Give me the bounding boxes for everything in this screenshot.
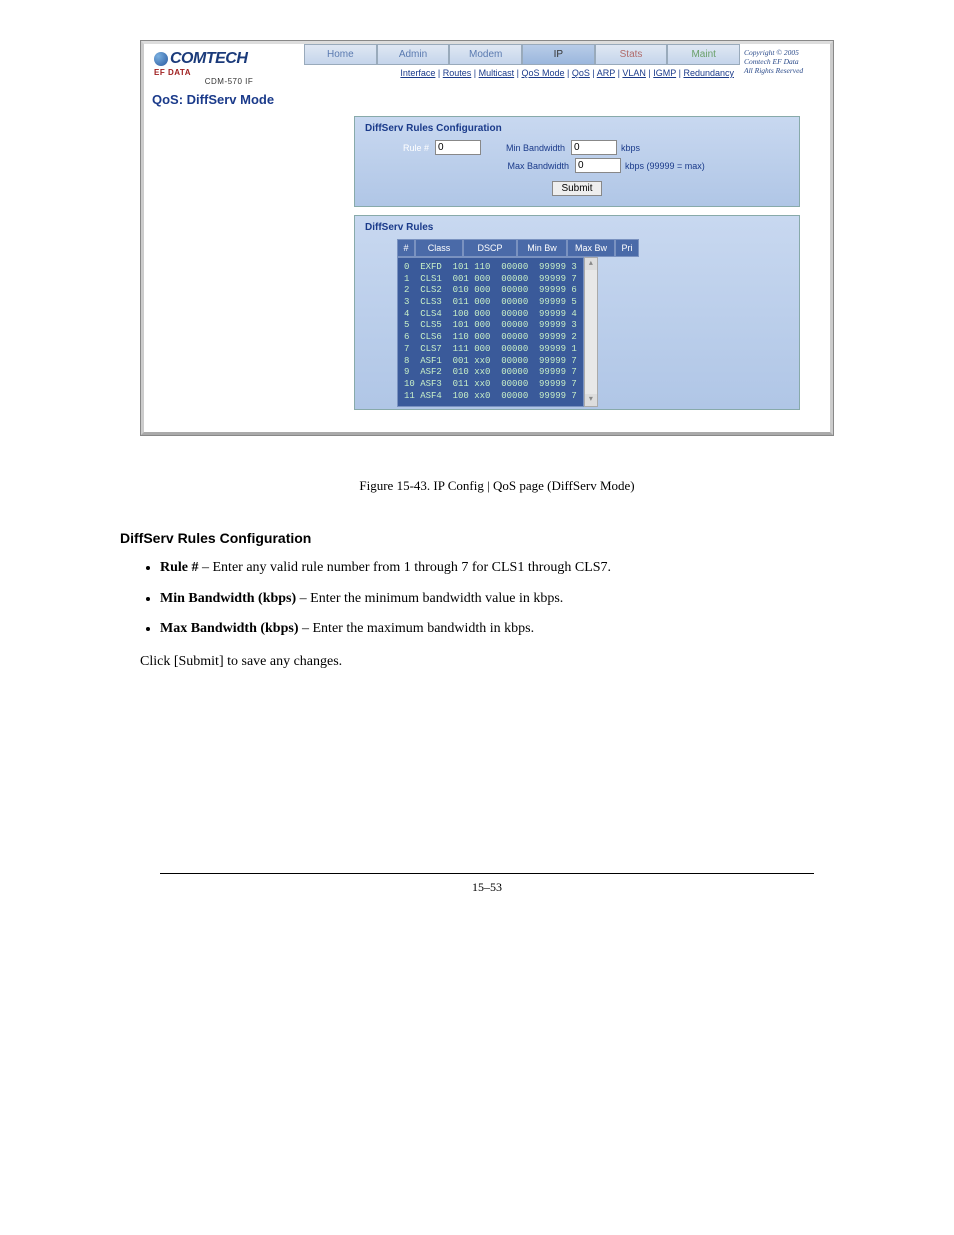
- col-dscp: DSCP: [463, 239, 517, 257]
- scrollbar[interactable]: ▴ ▾: [584, 257, 598, 407]
- scroll-down-icon[interactable]: ▾: [585, 394, 597, 406]
- tab-modem[interactable]: Modem: [449, 44, 522, 65]
- logo-model: CDM-570 IF: [154, 77, 304, 86]
- bullet-item: Max Bandwidth (kbps) – Enter the maximum…: [160, 618, 874, 640]
- table-row[interactable]: 3 CLS3 011 000 00000 99999 5: [404, 297, 577, 309]
- subnav-arp[interactable]: ARP: [597, 68, 615, 78]
- copyright-line: All Rights Reserved: [744, 66, 826, 75]
- max-bandwidth-input[interactable]: [575, 158, 621, 173]
- tab-admin[interactable]: Admin: [377, 44, 450, 65]
- logo: COMTECH EF DATA CDM-570 IF: [144, 44, 304, 86]
- rules-panel-title: DiffServ Rules: [365, 222, 789, 233]
- rules-listbox[interactable]: 0 EXFD 101 110 00000 99999 31 CLS1 001 0…: [397, 257, 584, 407]
- subnav-multicast[interactable]: Multicast: [479, 68, 515, 78]
- col-minbw: Min Bw: [517, 239, 567, 257]
- table-row[interactable]: 1 CLS1 001 000 00000 99999 7: [404, 274, 577, 286]
- table-row[interactable]: 2 CLS2 010 000 00000 99999 6: [404, 285, 577, 297]
- table-row[interactable]: 7 CLS7 111 000 00000 99999 1: [404, 344, 577, 356]
- submit-instruction: Click [Submit] to save any changes.: [140, 651, 874, 673]
- tab-home[interactable]: Home: [304, 44, 377, 65]
- col-maxbw: Max Bw: [567, 239, 615, 257]
- min-bandwidth-input[interactable]: [571, 140, 617, 155]
- table-row[interactable]: 9 ASF2 010 xx0 00000 99999 7: [404, 367, 577, 379]
- rule-label: Rule #: [365, 143, 435, 153]
- table-row[interactable]: 0 EXFD 101 110 00000 99999 3: [404, 262, 577, 274]
- screenshot-frame: COMTECH EF DATA CDM-570 IF Home Admin Mo…: [140, 40, 834, 436]
- subnav-redundancy[interactable]: Redundancy: [683, 68, 734, 78]
- bullet-item: Min Bandwidth (kbps) – Enter the minimum…: [160, 588, 874, 610]
- tab-maint[interactable]: Maint: [667, 44, 740, 65]
- table-row[interactable]: 10 ASF3 011 xx0 00000 99999 7: [404, 379, 577, 391]
- subnav-interface[interactable]: Interface: [400, 68, 435, 78]
- subnav-routes[interactable]: Routes: [443, 68, 472, 78]
- table-row[interactable]: 4 CLS4 100 000 00000 99999 4: [404, 309, 577, 321]
- rules-panel-header: DiffServ Rules # Class DSCP Min Bw Max B…: [354, 215, 800, 410]
- subnav-qosmode[interactable]: QoS Mode: [521, 68, 564, 78]
- copyright-block: Copyright © 2005 Comtech EF Data All Rig…: [740, 44, 830, 79]
- subnav: Interface | Routes | Multicast | QoS Mod…: [304, 65, 740, 81]
- maxbw-label: Max Bandwidth: [485, 161, 575, 171]
- logo-subtext: EF DATA: [154, 68, 304, 77]
- maxbw-unit: kbps (99999 = max): [625, 161, 705, 171]
- minbw-label: Min Bandwidth: [481, 143, 571, 153]
- config-panel-title: DiffServ Rules Configuration: [365, 123, 789, 134]
- table-row[interactable]: 11 ASF4 100 xx0 00000 99999 7: [404, 391, 577, 403]
- copyright-line: Copyright © 2005: [744, 48, 826, 57]
- page-title: QoS: DiffServ Mode: [152, 92, 274, 107]
- subnav-igmp[interactable]: IGMP: [653, 68, 676, 78]
- tab-ip[interactable]: IP: [522, 44, 595, 65]
- subnav-qos[interactable]: QoS: [572, 68, 590, 78]
- table-row[interactable]: 5 CLS5 101 000 00000 99999 3: [404, 320, 577, 332]
- submit-button[interactable]: Submit: [552, 181, 601, 196]
- col-num: #: [397, 239, 415, 257]
- table-row[interactable]: 6 CLS6 110 000 00000 99999 2: [404, 332, 577, 344]
- figure-caption: Figure 15-43. IP Config | QoS page (Diff…: [120, 476, 874, 497]
- config-panel: DiffServ Rules Configuration Rule # Min …: [354, 116, 800, 207]
- rule-number-input[interactable]: [435, 140, 481, 155]
- col-pri: Pri: [615, 239, 639, 257]
- subnav-vlan[interactable]: VLAN: [622, 68, 646, 78]
- page-number: 15–53: [100, 880, 874, 895]
- bullet-item: Rule # – Enter any valid rule number fro…: [160, 557, 874, 579]
- logo-text: COMTECH: [170, 50, 247, 67]
- tab-stats[interactable]: Stats: [595, 44, 668, 65]
- table-row[interactable]: 8 ASF1 001 xx0 00000 99999 7: [404, 356, 577, 368]
- copyright-line: Comtech EF Data: [744, 57, 826, 66]
- globe-icon: [154, 52, 168, 66]
- section-title: DiffServ Rules Configuration: [120, 527, 874, 549]
- col-class: Class: [415, 239, 463, 257]
- scroll-up-icon[interactable]: ▴: [585, 258, 597, 270]
- minbw-unit: kbps: [621, 143, 640, 153]
